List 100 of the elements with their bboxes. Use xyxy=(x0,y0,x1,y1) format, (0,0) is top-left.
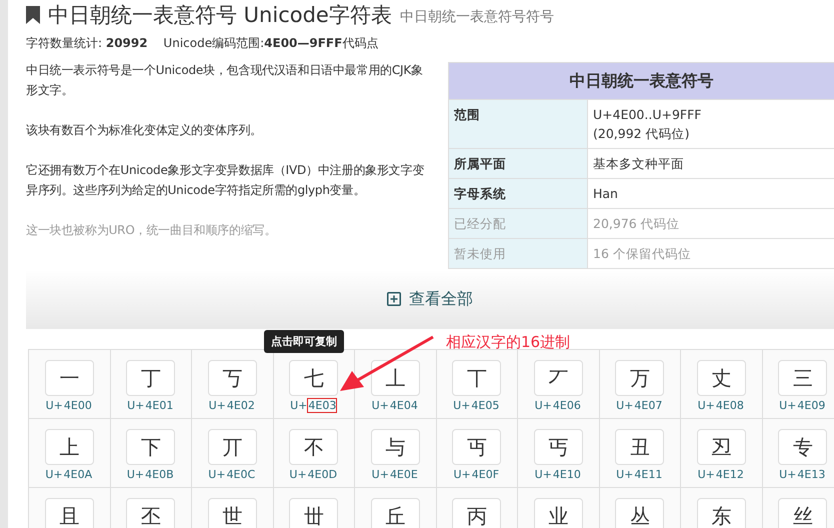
character-button[interactable]: 丒 xyxy=(696,429,746,465)
page-title: 中日朝统一表意符号 Unicode字符表 xyxy=(48,2,392,29)
character-button[interactable]: 下 xyxy=(126,429,176,465)
character-button[interactable]: 世 xyxy=(208,498,257,528)
infobox-label: 字母系统 xyxy=(448,178,588,208)
unicode-label: U+4E12 xyxy=(698,468,745,481)
character-button[interactable]: 丈 xyxy=(696,360,746,396)
description-paragraph: 该块有数百个为标准化变体定义的变体序列。 xyxy=(26,122,264,139)
character-button[interactable]: 丕 xyxy=(126,498,176,528)
bookmark-icon xyxy=(26,6,40,24)
character-button[interactable]: 丅 xyxy=(452,360,502,396)
character-cell[interactable]: 世 xyxy=(192,488,274,528)
character-cell[interactable]: 丙 xyxy=(436,488,518,528)
character-button[interactable]: 东 xyxy=(696,498,746,528)
character-button[interactable]: 上 xyxy=(44,429,94,465)
unicode-label: U+4E0F xyxy=(453,468,500,481)
character-button[interactable]: 万 xyxy=(615,360,664,396)
unicode-label: U+4E09 xyxy=(779,399,826,412)
infobox-value: U+4E00..U+9FFF (20,992 代码位) xyxy=(588,100,834,148)
character-cell[interactable]: 丌 U+4E0C xyxy=(192,419,274,488)
character-button[interactable]: 丂 xyxy=(208,360,257,396)
description-paragraph: 中日统一表示符号是一个Unicode块，包含现代汉语和日语中最常用的CJK象形文字。 xyxy=(26,62,424,99)
unicode-label: U+4E13 xyxy=(779,468,826,481)
infobox-value: Han xyxy=(588,178,834,208)
character-button[interactable]: 一 xyxy=(44,360,94,396)
unicode-label: U+4E05 xyxy=(453,399,500,412)
character-cell[interactable]: 下 U+4E0B xyxy=(110,419,192,488)
unicode-label: U+4E01 xyxy=(127,399,174,412)
character-cell[interactable]: 上 U+4E0A xyxy=(29,419,110,488)
unicode-label: U+4E00 xyxy=(46,399,93,412)
character-cell[interactable]: 丕 xyxy=(110,488,192,528)
character-cell[interactable]: 与 U+4E0E xyxy=(355,419,436,488)
character-cell[interactable]: 万 U+4E07 xyxy=(600,350,681,419)
character-cell[interactable]: 丄 U+4E04 xyxy=(355,350,436,419)
infobox-value: 20,976 代码位 xyxy=(588,208,834,238)
character-button[interactable]: 七 xyxy=(289,360,338,396)
character-button[interactable]: 专 xyxy=(778,429,828,465)
tooltip: 点击即可复制 xyxy=(264,330,344,353)
unicode-label: U+4E0E xyxy=(372,468,419,481)
character-cell[interactable]: 东 xyxy=(681,488,762,528)
character-cell[interactable]: 不 U+4E0D xyxy=(274,419,355,488)
character-cell[interactable]: 丂 U+4E02 xyxy=(192,350,274,419)
character-button[interactable]: 丗 xyxy=(289,498,338,528)
character-cell[interactable]: 丁 U+4E01 xyxy=(110,350,192,419)
character-button[interactable]: 丄 xyxy=(370,360,420,396)
character-button[interactable]: 丝 xyxy=(778,498,828,528)
character-cell[interactable]: 丝 xyxy=(762,488,834,528)
infobox-value: 基本多文种平面 xyxy=(588,148,834,178)
unicode-label: U+4E0A xyxy=(45,468,94,481)
character-button[interactable]: 丆 xyxy=(534,360,583,396)
character-cell[interactable]: 丅 U+4E05 xyxy=(436,350,518,419)
unicode-label: U+4E11 xyxy=(616,468,664,481)
infobox-title: 中日朝统一表意符号 xyxy=(448,62,834,100)
character-button[interactable]: 三 xyxy=(778,360,828,396)
character-cell[interactable]: 丏 U+4E0F xyxy=(436,419,518,488)
character-cell[interactable]: 且 xyxy=(29,488,110,528)
description-paragraph: 这一块也被称为URO，统一曲目和顺序的缩写。 xyxy=(26,222,278,239)
character-cell[interactable]: 丆 U+4E06 xyxy=(518,350,600,419)
unicode-label: U+4E10 xyxy=(534,468,582,481)
unicode-label: U+4E08 xyxy=(698,399,745,412)
infobox-label: 已经分配 xyxy=(448,208,588,238)
unicode-label: U+4E04 xyxy=(372,399,419,412)
character-button[interactable]: 且 xyxy=(44,498,94,528)
character-button[interactable]: 丛 xyxy=(615,498,664,528)
character-button[interactable]: 丑 xyxy=(615,429,664,465)
character-cell[interactable]: 七 U+4E03 xyxy=(274,350,355,419)
character-button[interactable]: 丌 xyxy=(208,429,257,465)
character-cell[interactable]: 丈 U+4E08 xyxy=(681,350,762,419)
unicode-label: U+4E03 xyxy=(290,399,338,412)
infobox-label: 暂未使用 xyxy=(448,238,588,268)
unicode-label: U+4E07 xyxy=(616,399,664,412)
character-cell[interactable]: 丑 U+4E11 xyxy=(600,419,681,488)
character-cell[interactable]: 一 U+4E00 xyxy=(29,350,110,419)
infobox-label: 所属平面 xyxy=(448,148,588,178)
character-button[interactable]: 与 xyxy=(370,429,420,465)
character-cell[interactable]: 业 xyxy=(518,488,600,528)
character-button[interactable]: 丐 xyxy=(534,429,583,465)
unicode-label: U+4E0D xyxy=(289,468,338,481)
unicode-label: U+4E06 xyxy=(534,399,582,412)
character-cell[interactable]: 专 U+4E13 xyxy=(762,419,834,488)
character-cell[interactable]: 丛 xyxy=(600,488,681,528)
plus-box-icon xyxy=(387,292,401,306)
character-button[interactable]: 业 xyxy=(534,498,583,528)
unicode-label: U+4E02 xyxy=(208,399,256,412)
character-button[interactable]: 丙 xyxy=(452,498,502,528)
character-cell[interactable]: 丒 U+4E12 xyxy=(681,419,762,488)
page-subtitle: 中日朝统一表意符号符号 xyxy=(400,8,554,26)
character-button[interactable]: 丏 xyxy=(452,429,502,465)
annotation-text: 相应汉字的16进制 xyxy=(446,333,570,352)
character-button[interactable]: 丘 xyxy=(370,498,420,528)
character-cell[interactable]: 丗 xyxy=(274,488,355,528)
character-cell[interactable]: 丐 U+4E10 xyxy=(518,419,600,488)
stats-text: 字符数量统计: 20992 Unicode编码范围:4E00—9FFF代码点 xyxy=(26,35,380,52)
unicode-label: U+4E0B xyxy=(126,468,175,481)
character-cell[interactable]: 三 U+4E09 xyxy=(762,350,834,419)
character-button[interactable]: 不 xyxy=(289,429,338,465)
character-cell[interactable]: 丘 xyxy=(355,488,436,528)
infobox-label: 范围 xyxy=(448,100,588,148)
character-button[interactable]: 丁 xyxy=(126,360,176,396)
description-paragraph: 它还拥有数万个在Unicode象形文字变异数据库（IVD）中注册的象形文字变异序列。这些序列为给定的Unicode字符指定所需的glyph变量。 xyxy=(26,162,426,199)
